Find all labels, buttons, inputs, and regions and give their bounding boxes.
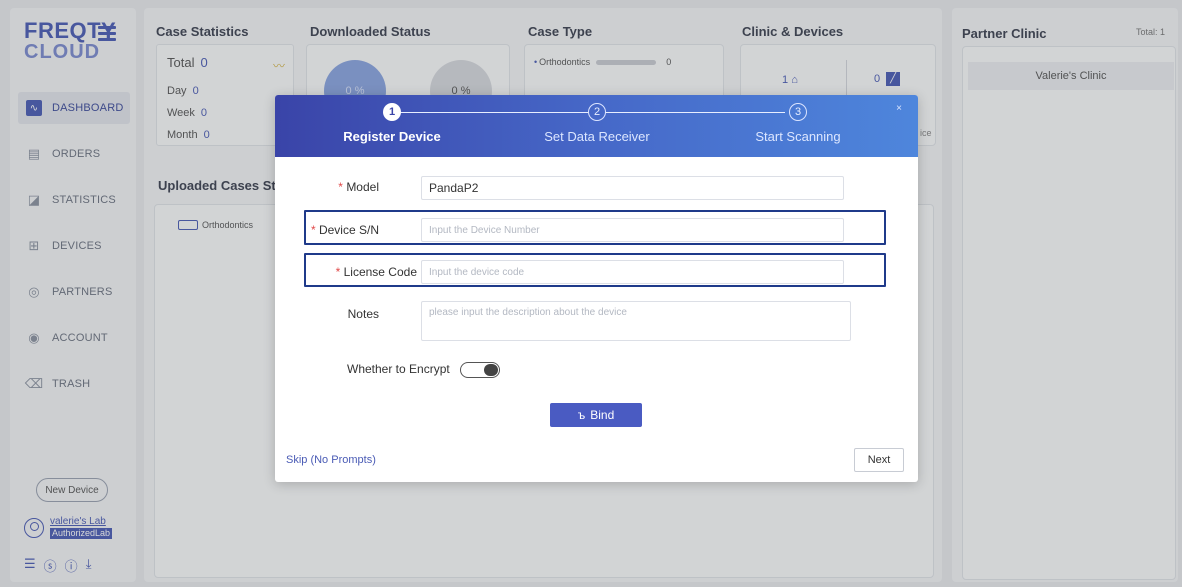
notes-textarea[interactable] — [421, 301, 851, 341]
wizard-header: 1 Register Device 2 Set Data Receiver 3 … — [275, 95, 918, 157]
encrypt-toggle[interactable] — [460, 362, 500, 378]
bind-button[interactable]: ъ Bind — [550, 403, 642, 427]
device-sn-input[interactable] — [421, 218, 844, 242]
step-number: 2 — [588, 103, 606, 121]
close-icon[interactable]: × — [896, 103, 902, 114]
model-label: * Model — [338, 180, 379, 194]
encrypt-label: Whether to Encrypt — [347, 362, 450, 376]
step-label: Set Data Receiver — [544, 129, 650, 144]
skip-link[interactable]: Skip (No Prompts) — [286, 454, 376, 466]
step-set-data-receiver: 2 Set Data Receiver — [537, 103, 657, 144]
next-button[interactable]: Next — [854, 448, 904, 472]
license-code-input[interactable] — [421, 260, 844, 284]
step-label: Register Device — [343, 129, 441, 144]
step-number: 1 — [383, 103, 401, 121]
license-label: * License Code — [335, 265, 417, 279]
register-device-dialog: 1 Register Device 2 Set Data Receiver 3 … — [275, 95, 918, 482]
model-field[interactable]: PandaP2 — [421, 176, 844, 200]
step-start-scanning: 3 Start Scanning — [743, 103, 853, 144]
step-register-device: 1 Register Device — [342, 103, 442, 144]
step-number: 3 — [789, 103, 807, 121]
sn-label: * Device S/N — [310, 223, 379, 237]
notes-label: Notes — [347, 307, 379, 321]
step-label: Start Scanning — [755, 129, 841, 144]
link-icon: ъ — [577, 408, 586, 422]
